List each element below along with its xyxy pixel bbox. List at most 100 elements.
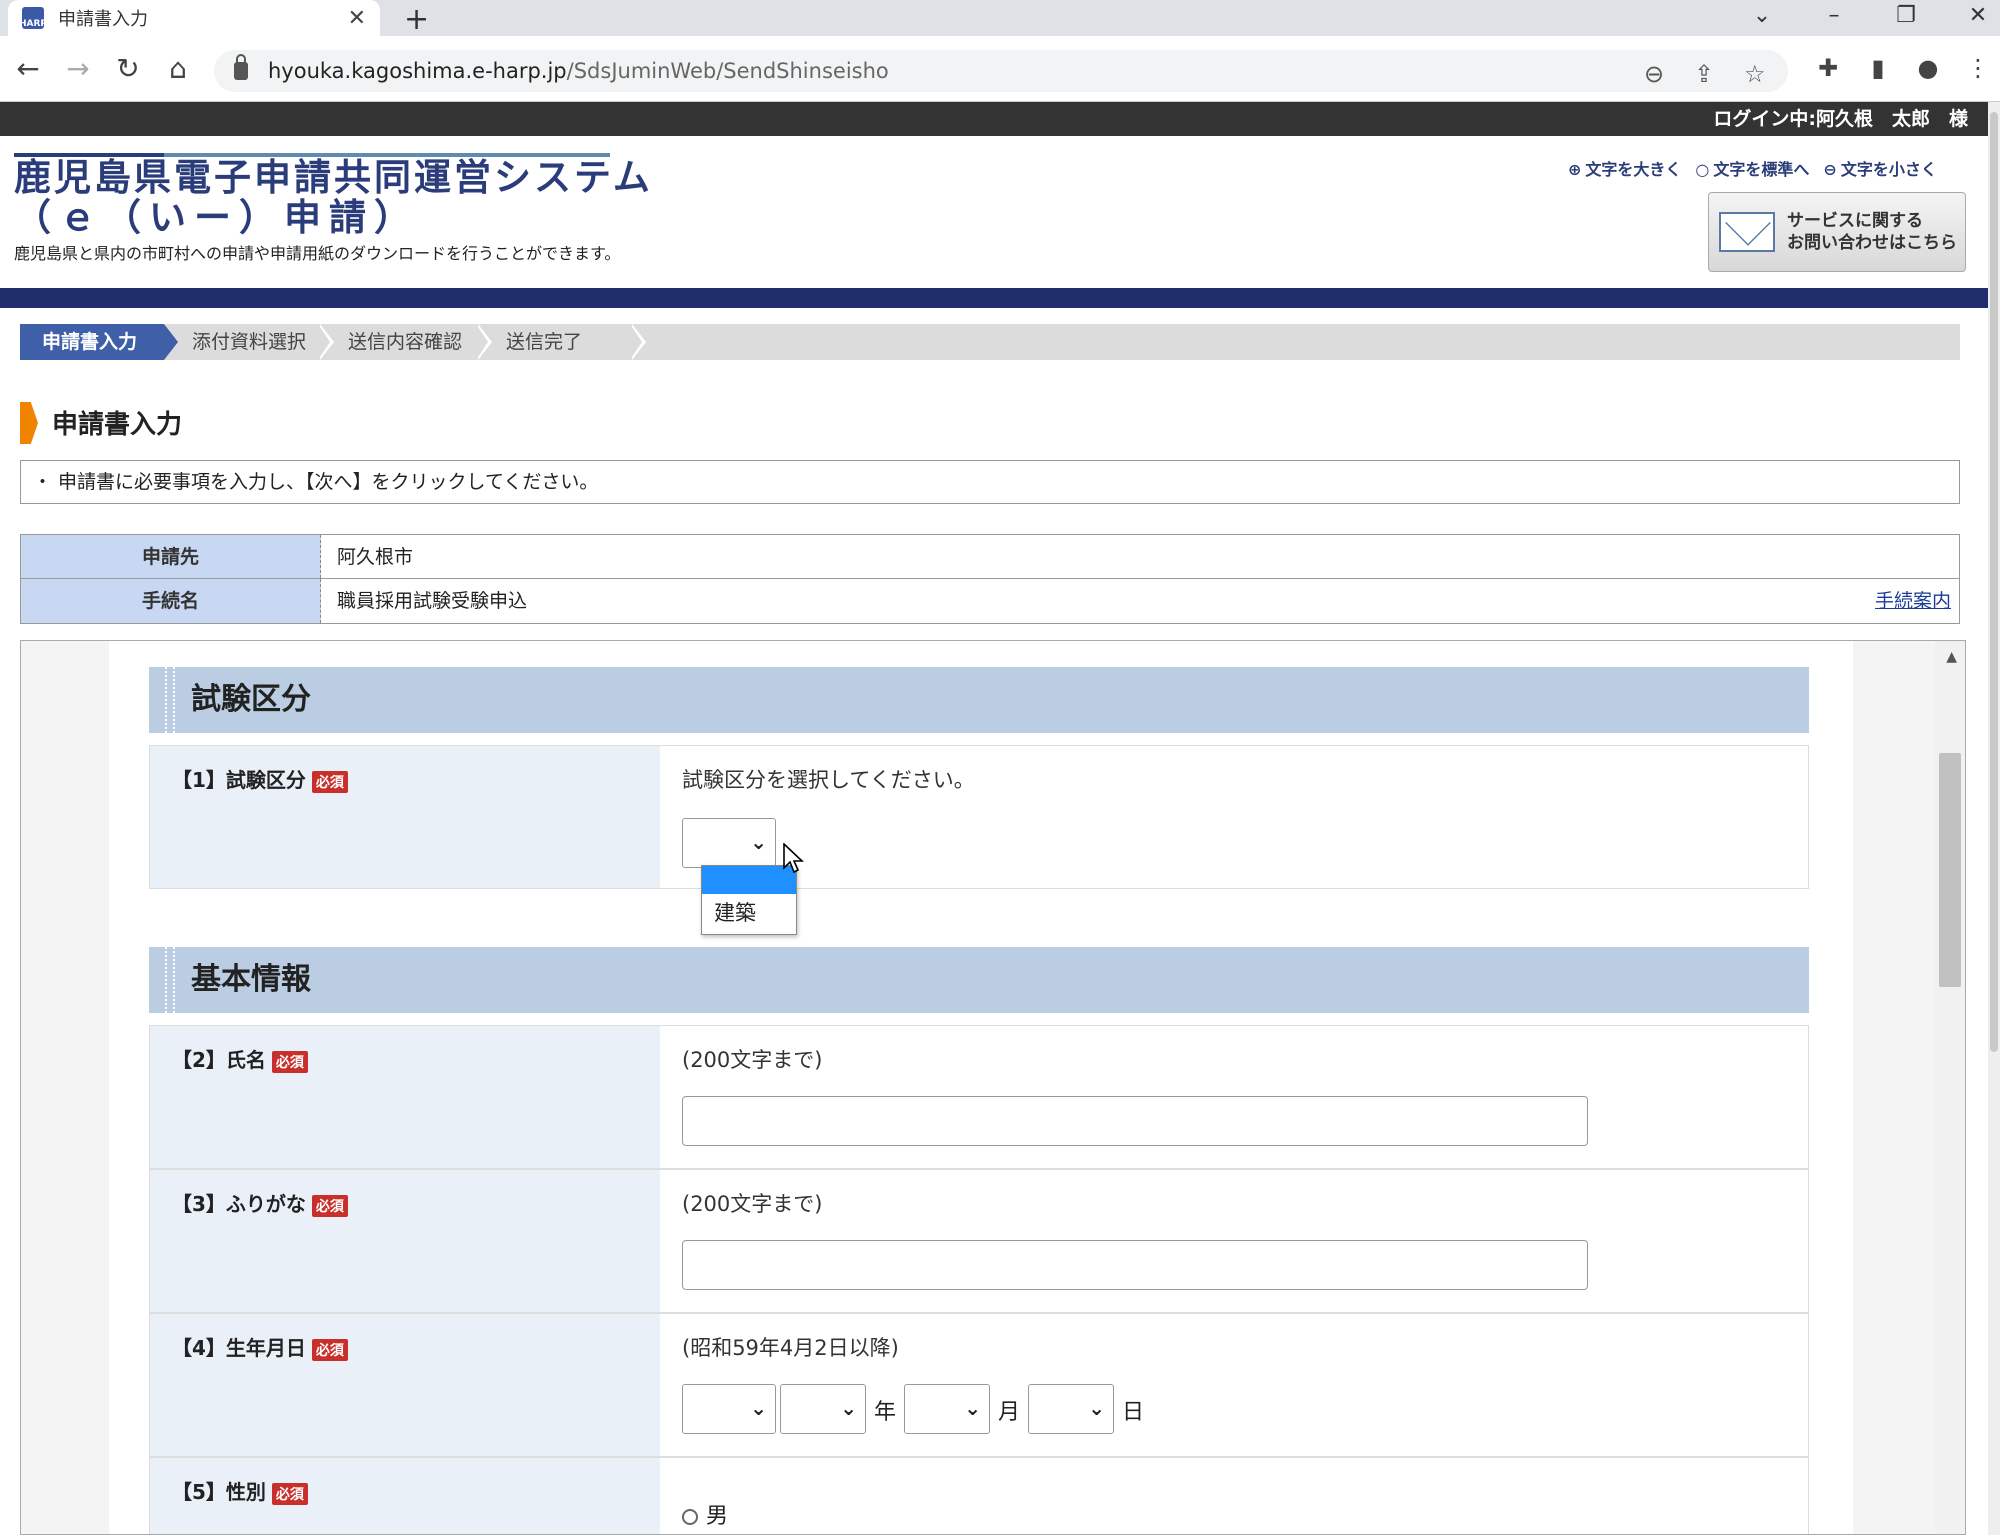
field-hint: (昭和59年4月2日以降) [682, 1336, 899, 1360]
form-row-furigana: 【3】ふりがな 必須 (200文字まで) [149, 1169, 1809, 1313]
procedure-value: 職員採用試験受験申込 [337, 590, 528, 612]
progress-steps: 申請書入力 添付資料選択 送信内容確認 送信完了 [20, 324, 1960, 360]
side-panel-icon[interactable]: ▮ [1858, 48, 1898, 88]
browser-tab[interactable]: HARP 申請書入力 ✕ [8, 0, 380, 36]
minimize-icon[interactable]: – [1806, 0, 1862, 30]
gender-male-radio[interactable]: 男 [682, 1498, 728, 1530]
exam-category-select[interactable]: ⌄ [682, 818, 776, 868]
step-complete: 送信完了 [506, 331, 583, 353]
contact-button[interactable]: サービスに関する お問い合わせはこちら [1708, 192, 1966, 272]
step-input: 申請書入力 [20, 324, 164, 360]
exam-category-dropdown: 建築 [701, 865, 797, 935]
menu-kebab-icon[interactable]: ⋮ [1958, 48, 1998, 88]
summary-row: 申請先 阿久根市 [21, 535, 1959, 579]
form-frame: 試験区分 【1】試験区分 必須 試験区分を選択してください。 ⌄ 基本情報 【2】… [20, 640, 1966, 1535]
lock-icon[interactable] [234, 54, 248, 80]
required-badge: 必須 [311, 1194, 348, 1217]
form-scrollbar[interactable]: ▲ [1935, 641, 1965, 1534]
site-description: 鹿児島県と県内の市町村への申請や申請用紙のダウンロードを行うことができます。 [14, 244, 621, 263]
form-row-exam-category: 【1】試験区分 必須 試験区分を選択してください。 ⌄ [149, 745, 1809, 889]
section-marker-icon [20, 402, 38, 444]
home-icon[interactable]: ⌂ [158, 48, 198, 88]
tab-search-icon[interactable]: ⌄ [1734, 0, 1790, 30]
field-hint: 試験区分を選択してください。 [682, 768, 975, 792]
furigana-input[interactable] [682, 1240, 1588, 1290]
required-badge: 必須 [311, 1338, 348, 1361]
contact-button-label: サービスに関する お問い合わせはこちら [1787, 211, 1957, 253]
day-unit: 日 [1122, 1400, 1145, 1425]
required-badge: 必須 [311, 770, 348, 793]
zoom-icon[interactable]: ⊖ [1644, 60, 1664, 88]
site-title-sub[interactable]: （ｅ（いー）申請） [14, 198, 419, 238]
required-badge: 必須 [271, 1050, 308, 1073]
field-label: 【3】ふりがな 必須 [150, 1170, 660, 1312]
form-row-name: 【2】氏名 必須 (200文字まで) [149, 1025, 1809, 1169]
site-title[interactable]: 鹿児島県電子申請共同運営システム [14, 158, 653, 198]
chevron-down-icon: ⌄ [750, 830, 767, 854]
new-tab-icon[interactable]: + [404, 2, 429, 37]
month-unit: 月 [998, 1400, 1021, 1425]
field-label: 【4】生年月日 必須 [150, 1314, 660, 1456]
field-body: (昭和59年4月2日以降) ⌄ ⌄ 年 ⌄ 月 ⌄ 日 [660, 1314, 1808, 1456]
envelope-icon [1719, 212, 1775, 252]
field-label: 【2】氏名 必須 [150, 1026, 660, 1168]
field-body: 試験区分を選択してください。 ⌄ [660, 746, 1808, 888]
field-label: 【5】性別 必須 [150, 1458, 660, 1534]
chevron-down-icon: ⌄ [840, 1396, 857, 1420]
destination-value: 阿久根市 [337, 546, 414, 568]
chevron-down-icon: ⌄ [964, 1396, 981, 1420]
required-badge: 必須 [271, 1482, 308, 1505]
scroll-up-icon[interactable]: ▲ [1946, 649, 1957, 665]
share-icon[interactable]: ⇪ [1694, 60, 1714, 88]
chevron-down-icon: ⌄ [750, 1396, 767, 1420]
form-row-gender: 【5】性別 必須 男 [149, 1457, 1809, 1534]
field-hint: (200文字まで) [682, 1192, 823, 1216]
url-host: hyouka.kagoshima.e-harp.jp [268, 59, 567, 83]
field-body: (200文字まで) [660, 1170, 1808, 1312]
form-row-birthdate: 【4】生年月日 必須 (昭和59年4月2日以降) ⌄ ⌄ 年 ⌄ 月 ⌄ 日 [149, 1313, 1809, 1457]
step-attachments: 添付資料選択 [192, 331, 307, 353]
chevron-down-icon: ⌄ [1088, 1396, 1105, 1420]
field-label: 【1】試験区分 必須 [150, 746, 660, 888]
group-heading-basic: 基本情報 [149, 947, 1809, 1013]
zoom-out-icon: ⊖ [1823, 160, 1837, 179]
procedure-guide-link[interactable]: 手続案内 [1875, 579, 1951, 623]
window-close-icon[interactable]: ✕ [1950, 0, 2000, 30]
reload-icon[interactable]: ↻ [108, 48, 148, 88]
year-unit: 年 [874, 1400, 897, 1425]
tab-title: 申請書入力 [58, 9, 148, 30]
scrollbar-thumb[interactable] [1939, 753, 1961, 987]
tab-close-icon[interactable]: ✕ [348, 6, 366, 31]
font-standard-link[interactable]: ○ 文字を標準へ [1695, 156, 1809, 180]
font-size-controls: ⊕ 文字を大きく ○ 文字を標準へ ⊖ 文字を小さく [1568, 156, 1937, 180]
radio-circle-icon [682, 1509, 698, 1525]
procedure-label: 手続名 [21, 579, 321, 623]
summary-row: 手続名 職員採用試験受験申込 手続案内 [21, 579, 1959, 623]
destination-label: 申請先 [21, 535, 321, 578]
page-scrollbar-thumb[interactable] [1990, 112, 1998, 1052]
font-larger-link[interactable]: ⊕ 文字を大きく [1568, 156, 1681, 180]
extensions-icon[interactable]: ✚ [1808, 48, 1848, 88]
browser-toolbar: ← → ↻ ⌂ hyouka.kagoshima.e-harp.jp/SdsJu… [0, 36, 2000, 102]
magnifier-icon: ○ [1695, 160, 1710, 179]
login-status: ログイン中:阿久根 太郎 様 [0, 102, 1988, 136]
forward-icon[interactable]: → [58, 48, 98, 88]
site-favicon-icon: HARP [19, 7, 47, 29]
birth-year-select[interactable]: ⌄ [780, 1384, 866, 1434]
dropdown-option-blank[interactable] [702, 866, 796, 894]
font-smaller-link[interactable]: ⊖ 文字を小さく [1823, 156, 1936, 180]
back-icon[interactable]: ← [8, 48, 48, 88]
profile-avatar-icon[interactable]: ● [1908, 48, 1948, 88]
bookmark-star-icon[interactable]: ☆ [1744, 60, 1766, 88]
name-input[interactable] [682, 1096, 1588, 1146]
birth-month-select[interactable]: ⌄ [904, 1384, 990, 1434]
procedure-cell: 職員採用試験受験申込 手続案内 [321, 579, 1959, 623]
mouse-cursor-icon [783, 843, 805, 874]
restore-icon[interactable]: ❐ [1878, 0, 1934, 30]
header-divider [0, 288, 1988, 308]
address-bar[interactable]: hyouka.kagoshima.e-harp.jp/SdsJuminWeb/S… [214, 50, 1788, 92]
site-header: 鹿児島県電子申請共同運営システム （ｅ（いー）申請） 鹿児島県と県内の市町村への… [0, 136, 1988, 288]
birth-day-select[interactable]: ⌄ [1028, 1384, 1114, 1434]
birth-era-select[interactable]: ⌄ [682, 1384, 776, 1434]
dropdown-option-architecture[interactable]: 建築 [702, 894, 796, 934]
